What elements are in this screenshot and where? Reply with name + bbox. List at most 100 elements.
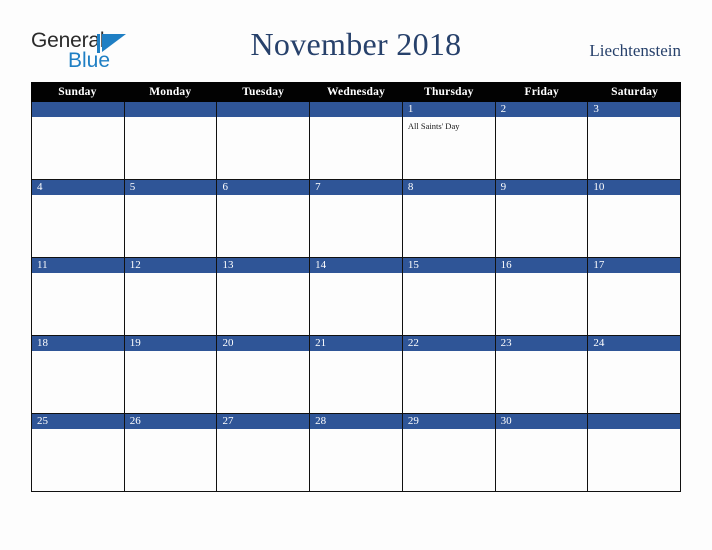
day-cell-1[interactable]: 1 All Saints' Day bbox=[402, 102, 496, 179]
day-cell-17[interactable]: 17 bbox=[588, 258, 681, 335]
day-cell-23[interactable]: 23 bbox=[495, 336, 589, 413]
day-events bbox=[588, 117, 680, 121]
day-cell-30[interactable]: 30 bbox=[495, 414, 589, 491]
weekday-header-saturday: Saturday bbox=[611, 86, 659, 98]
calendar-week-row: 11 12 13 14 15 16 17 bbox=[32, 257, 681, 335]
day-cell-26[interactable]: 26 bbox=[124, 414, 218, 491]
day-events bbox=[310, 273, 402, 277]
day-cell-25[interactable]: 25 bbox=[32, 414, 125, 491]
day-number: 28 bbox=[310, 414, 402, 429]
day-cell-empty[interactable] bbox=[217, 102, 311, 179]
day-cell-19[interactable]: 19 bbox=[124, 336, 218, 413]
day-cell-14[interactable]: 14 bbox=[310, 258, 403, 335]
calendar-week-row: 25 26 27 28 29 30 bbox=[32, 413, 681, 491]
day-number: 15 bbox=[402, 258, 495, 273]
day-number: 13 bbox=[217, 258, 310, 273]
day-number: 6 bbox=[217, 180, 310, 195]
day-number bbox=[588, 414, 681, 429]
calendar-week-row: 4 5 6 7 8 9 10 bbox=[32, 179, 681, 257]
day-events bbox=[403, 195, 495, 199]
day-events bbox=[588, 351, 680, 355]
day-events bbox=[588, 429, 680, 433]
day-number: 26 bbox=[124, 414, 217, 429]
day-events bbox=[32, 117, 124, 121]
day-cell-11[interactable]: 11 bbox=[32, 258, 125, 335]
day-number: 4 bbox=[32, 180, 124, 195]
day-events bbox=[217, 273, 309, 277]
day-events bbox=[496, 351, 588, 355]
day-cell-6[interactable]: 6 bbox=[217, 180, 311, 257]
day-cell-15[interactable]: 15 bbox=[402, 258, 496, 335]
country-label: Liechtenstein bbox=[589, 41, 681, 60]
day-cell-empty[interactable] bbox=[588, 414, 681, 491]
day-cell-13[interactable]: 13 bbox=[217, 258, 311, 335]
day-events bbox=[403, 429, 495, 433]
day-cell-empty[interactable] bbox=[310, 102, 403, 179]
day-number: 16 bbox=[495, 258, 588, 273]
day-events bbox=[496, 273, 588, 277]
day-number: 22 bbox=[402, 336, 495, 351]
day-cell-12[interactable]: 12 bbox=[124, 258, 218, 335]
day-events bbox=[588, 195, 680, 199]
day-cell-18[interactable]: 18 bbox=[32, 336, 125, 413]
calendar-weeks: 1 All Saints' Day 2 3 4 5 6 7 8 9 10 11 12 13 14 15 16 17… bbox=[31, 102, 681, 492]
day-cell-9[interactable]: 9 bbox=[495, 180, 589, 257]
day-number: 19 bbox=[124, 336, 217, 351]
day-number: 27 bbox=[217, 414, 310, 429]
weekday-header-thursday: Thursday bbox=[424, 86, 474, 98]
day-cell-7[interactable]: 7 bbox=[310, 180, 403, 257]
day-events bbox=[217, 429, 309, 433]
day-number: 17 bbox=[588, 258, 681, 273]
calendar-grid: Sunday Monday Tuesday Wednesday Thursday Frid… bbox=[31, 82, 681, 492]
day-events bbox=[496, 117, 588, 121]
day-events bbox=[588, 273, 680, 277]
day-number: 29 bbox=[402, 414, 495, 429]
day-cell-22[interactable]: 22 bbox=[402, 336, 496, 413]
calendar-week-row: 18 19 20 21 22 23 24 bbox=[32, 335, 681, 413]
weekday-header-sunday: Sunday bbox=[58, 86, 97, 98]
day-cell-4[interactable]: 4 bbox=[32, 180, 125, 257]
weekday-header-friday: Friday bbox=[524, 86, 559, 98]
day-cell-10[interactable]: 10 bbox=[588, 180, 681, 257]
day-cell-16[interactable]: 16 bbox=[495, 258, 589, 335]
holiday-label: All Saints' Day bbox=[407, 121, 460, 131]
day-number: 20 bbox=[217, 336, 310, 351]
day-events bbox=[310, 195, 402, 199]
weekday-header-row: Sunday Monday Tuesday Wednesday Thursday Frid… bbox=[31, 82, 681, 102]
day-cell-5[interactable]: 5 bbox=[124, 180, 218, 257]
day-cell-empty[interactable] bbox=[32, 102, 125, 179]
day-cell-21[interactable]: 21 bbox=[310, 336, 403, 413]
calendar-page: General Blue November 2018 Liechtenstein… bbox=[0, 0, 712, 550]
day-events bbox=[32, 351, 124, 355]
day-cell-8[interactable]: 8 bbox=[402, 180, 496, 257]
day-cell-24[interactable]: 24 bbox=[588, 336, 681, 413]
day-number: 5 bbox=[124, 180, 217, 195]
day-cell-28[interactable]: 28 bbox=[310, 414, 403, 491]
day-cell-3[interactable]: 3 bbox=[588, 102, 681, 179]
day-events bbox=[217, 117, 309, 121]
day-number bbox=[32, 102, 124, 117]
day-number: 1 bbox=[402, 102, 495, 117]
day-events bbox=[125, 273, 217, 277]
day-cell-29[interactable]: 29 bbox=[402, 414, 496, 491]
day-cell-20[interactable]: 20 bbox=[217, 336, 311, 413]
day-number: 11 bbox=[32, 258, 124, 273]
day-events bbox=[403, 273, 495, 277]
day-number: 10 bbox=[588, 180, 681, 195]
page-header: General Blue November 2018 Liechtenstein bbox=[0, 0, 712, 82]
day-number bbox=[217, 102, 310, 117]
calendar-week-row: 1 All Saints' Day 2 3 bbox=[32, 102, 681, 179]
day-number bbox=[310, 102, 402, 117]
day-number: 8 bbox=[402, 180, 495, 195]
day-cell-27[interactable]: 27 bbox=[217, 414, 311, 491]
day-cell-2[interactable]: 2 bbox=[495, 102, 589, 179]
day-number: 23 bbox=[495, 336, 588, 351]
day-events bbox=[32, 273, 124, 277]
weekday-header-wednesday: Wednesday bbox=[326, 86, 386, 98]
day-number: 2 bbox=[495, 102, 588, 117]
day-number: 12 bbox=[124, 258, 217, 273]
day-events bbox=[496, 429, 588, 433]
day-events bbox=[32, 195, 124, 199]
day-events bbox=[310, 429, 402, 433]
day-cell-empty[interactable] bbox=[124, 102, 218, 179]
